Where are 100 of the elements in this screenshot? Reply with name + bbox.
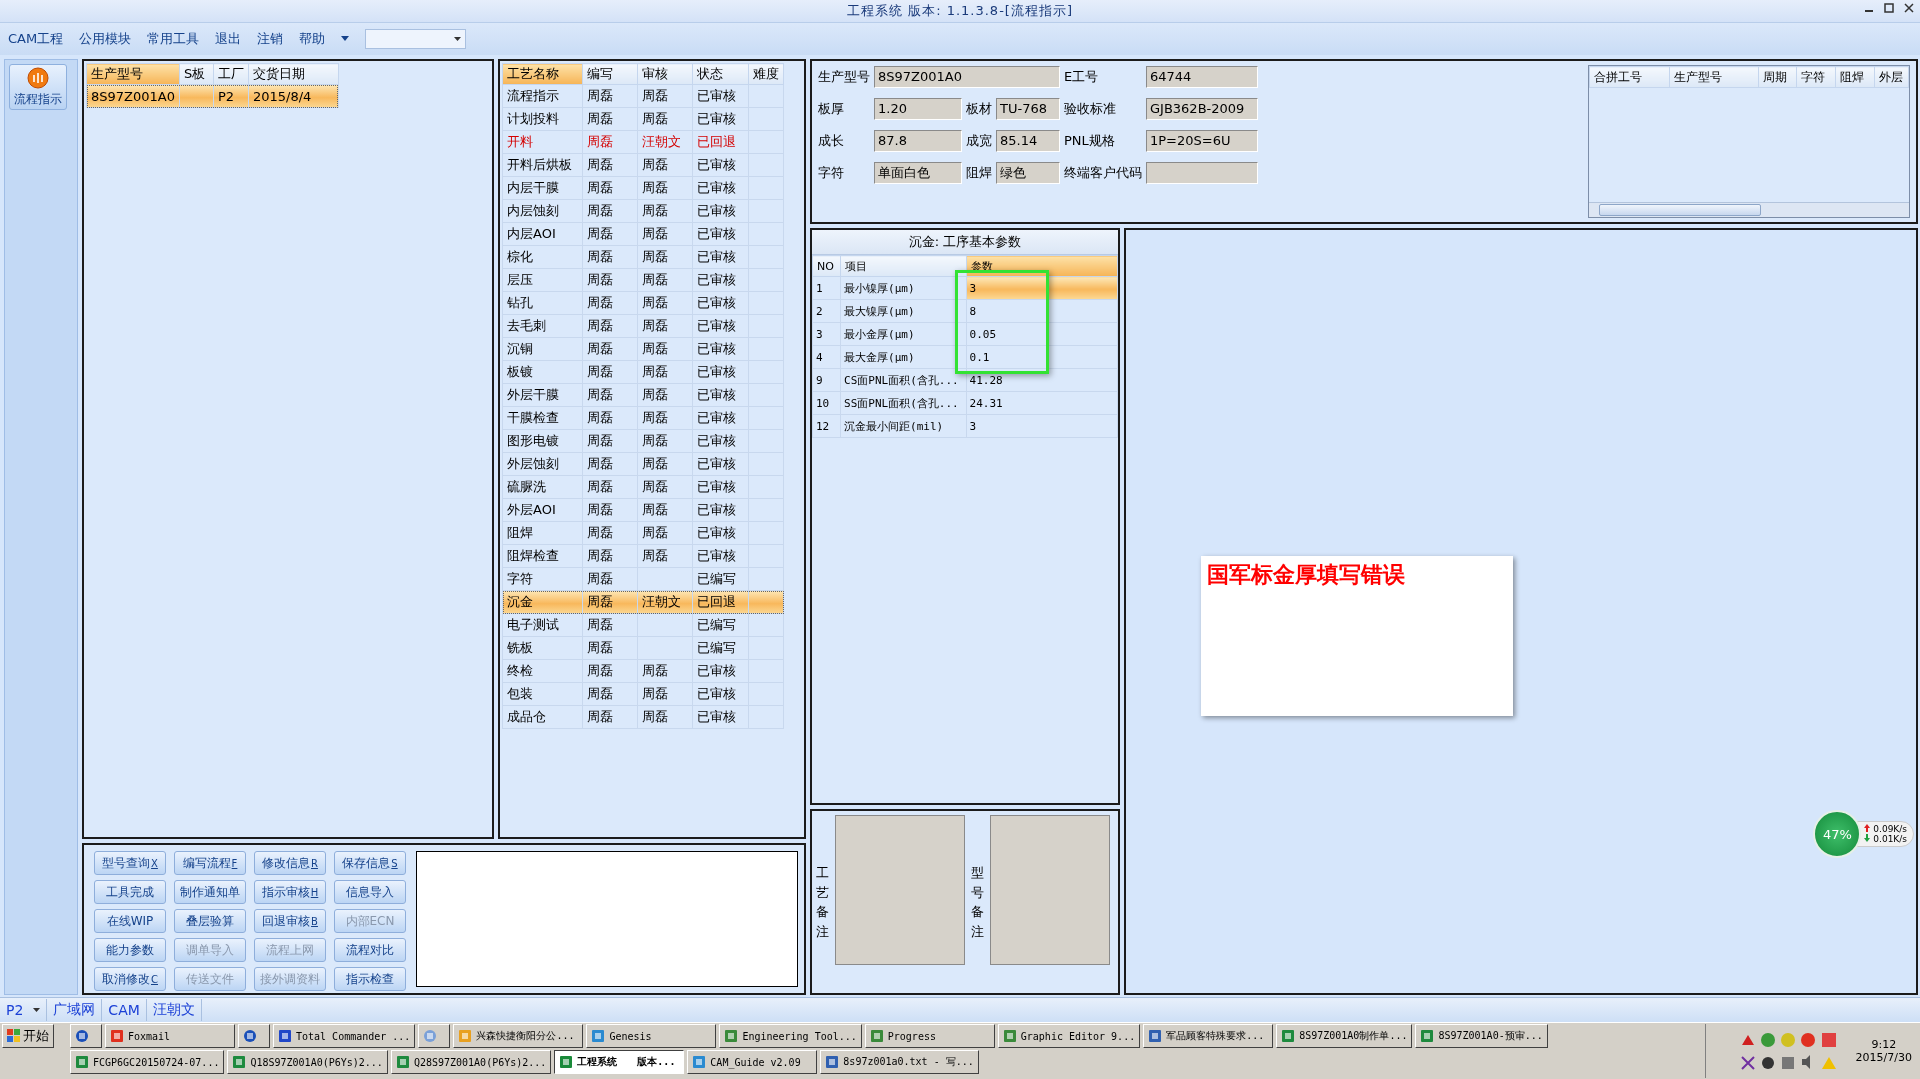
taskbar-button[interactable] [70,1024,102,1048]
table-cell: 周磊 [582,176,638,200]
table-cell: 沉金 [502,590,583,614]
column-header[interactable]: 字符 [1796,66,1836,88]
column-header[interactable]: 工厂 [213,63,249,85]
taskbar-button[interactable] [418,1024,451,1048]
column-header[interactable]: 难度 [748,63,784,85]
input-field[interactable]: 87.8 [874,130,962,152]
menu-item[interactable]: 公用模块 [79,30,132,48]
app-icon [243,1029,257,1043]
action-button[interactable]: 型号查询X [94,851,166,875]
column-header[interactable]: S板 [179,63,214,85]
column-header[interactable]: 生产型号 [86,63,180,85]
column-header[interactable]: 外层 [1874,66,1909,88]
taskbar-button[interactable]: Genesis [586,1024,717,1048]
table-cell: 周磊 [582,590,638,614]
taskbar-button[interactable]: 军品顾客特殊要求... [1143,1024,1274,1048]
column-header[interactable]: 生产型号 [1669,66,1759,88]
table-cell [637,567,693,591]
close-icon[interactable] [1904,3,1914,13]
taskbar-button[interactable]: Progress [864,1024,995,1048]
start-button[interactable]: 开始 [2,1024,54,1048]
action-button[interactable]: 编写流程F [174,851,246,875]
table-cell: 周磊 [637,268,693,292]
column-header[interactable]: 审核 [637,63,693,85]
column-header[interactable]: 阻焊 [1835,66,1875,88]
action-button[interactable]: 能力参数 [94,938,166,962]
column-header[interactable]: 交货日期 [248,63,339,85]
input-field[interactable]: 8S97Z001A0 [874,66,1060,88]
action-button[interactable]: 修改信息R [254,851,326,875]
action-button[interactable]: 流程对比 [334,938,406,962]
action-button[interactable]: 制作通知单 [174,880,246,904]
input-field[interactable]: 1P=20S=6U [1146,130,1258,152]
menu-item[interactable]: 注销 [257,30,284,48]
app-icon [825,1055,840,1069]
table-cell: 开料 [502,130,583,154]
table-cell: 已审核 [692,383,749,407]
action-button[interactable]: 叠层验算 [174,909,246,933]
action-button[interactable]: 指示审核H [254,880,326,904]
column-header[interactable]: 周期 [1758,66,1797,88]
action-button[interactable]: 指示检查 [334,967,406,991]
remark-field[interactable] [835,815,965,965]
input-field[interactable] [1146,162,1258,184]
input-field[interactable]: 1.20 [874,98,962,120]
taskbar-button[interactable]: 工程系统 版本... [554,1050,685,1074]
taskbar-button[interactable]: Foxmail [105,1024,235,1048]
caret-icon[interactable] [341,36,350,42]
input-field[interactable]: 单面白色 [874,162,962,184]
input-field[interactable]: 85.14 [996,130,1060,152]
column-header[interactable]: NO [812,255,841,277]
menu-item[interactable]: 退出 [215,30,242,48]
menu-item[interactable]: 帮助 [299,30,326,48]
action-button[interactable]: 在线WIP [94,909,166,933]
table-cell: 已审核 [692,314,749,338]
maximize-icon[interactable] [1884,3,1894,13]
taskbar-button[interactable]: 8S97Z001A0制作单... [1276,1024,1413,1048]
table-cell: 干膜检查 [502,406,583,430]
taskbar-button[interactable]: 兴森快捷衡阳分公... [453,1024,584,1048]
input-field[interactable]: TU-768 [996,98,1060,120]
table-cell: 周磊 [582,452,638,476]
action-button[interactable]: 信息导入 [334,880,406,904]
dropdown-field[interactable] [365,29,467,49]
flow-button[interactable]: 流程指示 [9,64,67,110]
app-icon [395,1055,410,1069]
column-header[interactable]: 工艺名称 [502,63,583,85]
taskbar-button[interactable]: 8S97Z001A0-预审... [1415,1024,1548,1048]
taskbar-button[interactable]: Engineering Tool... [719,1024,862,1048]
taskbar-button[interactable] [238,1024,270,1048]
table-cell [748,590,784,614]
table-cell: 沉金最小间距(mil) [840,414,967,438]
table-cell: 1 [812,276,841,300]
menu-item[interactable]: CAM工程 [8,30,64,48]
taskbar-button[interactable]: Q18S97Z001A0(P6Ys)2... [227,1050,388,1074]
action-button[interactable]: 取消修改C [94,967,166,991]
column-header[interactable]: 合拼工号 [1589,66,1670,88]
input-field[interactable]: 64744 [1146,66,1258,88]
taskbar-button[interactable]: 8s97z001a0.txt - 写... [820,1050,979,1074]
field-label: 阻焊 [966,164,992,182]
action-button[interactable]: 保存信息S [334,851,406,875]
table-cell: 成品仓 [502,705,583,729]
column-header[interactable]: 编写 [582,63,638,85]
table-cell: 周磊 [582,682,638,706]
input-field[interactable]: GJB362B-2009 [1146,98,1258,120]
table-cell: 周磊 [637,406,693,430]
taskbar-button[interactable]: CAM_Guide v2.09 [687,1050,818,1074]
taskbar-button[interactable]: Graphic Editor 9... [997,1024,1141,1048]
remark-field[interactable] [990,815,1110,965]
taskbar-button[interactable]: FCGP6GC20150724-07... [70,1050,225,1074]
taskbar-button[interactable]: Q28S97Z001A0(P6Ys)2... [390,1050,552,1074]
action-button[interactable]: 回退审核B [254,909,326,933]
horizontal-scrollbar[interactable] [1589,202,1909,217]
action-button[interactable]: 工具完成 [94,880,166,904]
menu-item[interactable]: 常用工具 [147,30,200,48]
column-header[interactable]: 项目 [840,255,967,277]
factory-selector[interactable]: P2 [0,999,48,1021]
column-header[interactable]: 状态 [692,63,749,85]
input-field[interactable]: 绿色 [996,162,1060,184]
taskbar-button[interactable]: Total Commander ... [273,1024,416,1048]
field-label: 成长 [818,132,845,150]
table-cell: 汪朝文 [637,130,693,154]
